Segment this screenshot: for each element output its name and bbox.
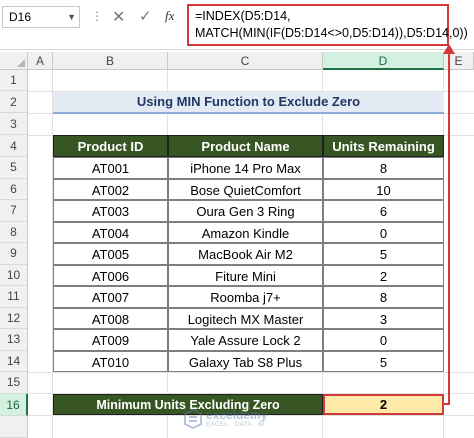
cell-product-name[interactable]: Amazon Kindle — [168, 221, 323, 243]
formula-line-1: =INDEX(D5:D14, — [195, 9, 291, 23]
header-units-remaining: Units Remaining — [323, 135, 444, 157]
row-header-6[interactable]: 6 — [0, 178, 28, 200]
cell-product-id[interactable]: AT002 — [53, 178, 168, 200]
row-header-2[interactable]: 2 — [0, 91, 28, 113]
cell-product-name[interactable]: Bose QuietComfort — [168, 178, 323, 200]
exceldemy-logo-icon — [184, 409, 202, 429]
cancel-icon[interactable]: ✕ — [112, 7, 125, 27]
header-product-name: Product Name — [168, 135, 323, 157]
column-header-e[interactable]: E — [444, 52, 474, 70]
cell-product-name[interactable]: Roomba j7+ — [168, 286, 323, 308]
row-header-9[interactable]: 9 — [0, 243, 28, 265]
result-cell-d16[interactable]: 2 — [323, 394, 444, 415]
column-header-d[interactable]: D — [323, 52, 444, 70]
cell-product-id[interactable]: AT003 — [53, 200, 168, 222]
cell-units[interactable]: 5 — [323, 243, 444, 265]
name-box-value: D16 — [9, 10, 32, 24]
row-header-10[interactable]: 10 — [0, 264, 28, 286]
formula-bar: D16 ▼ ⋮ ✕ ✓ fx =INDEX(D5:D14, MATCH(MIN(I… — [0, 0, 474, 50]
cell-product-name[interactable]: Logitech MX Master — [168, 307, 323, 329]
chevron-down-icon[interactable]: ▼ — [67, 7, 76, 27]
row-header-15[interactable]: 15 — [0, 372, 28, 394]
cell-product-id[interactable]: AT008 — [53, 307, 168, 329]
watermark-name: exceldemy — [206, 408, 268, 422]
cell-units[interactable]: 2 — [323, 264, 444, 286]
cell-product-id[interactable]: AT009 — [53, 329, 168, 351]
watermark-tagline: EXCEL · DATA · BI — [206, 422, 266, 428]
row-header-16[interactable]: 16 — [0, 393, 28, 416]
row-header-14[interactable]: 14 — [0, 350, 28, 372]
cell-units[interactable]: 10 — [323, 178, 444, 200]
insert-function-icon[interactable]: fx — [165, 8, 174, 24]
row-header-5[interactable]: 5 — [0, 157, 28, 179]
row-header-17[interactable] — [0, 415, 28, 438]
more-options-icon[interactable]: ⋮ — [91, 9, 103, 23]
cell-product-name[interactable]: Oura Gen 3 Ring — [168, 200, 323, 222]
row-header-12[interactable]: 12 — [0, 307, 28, 329]
formula-input[interactable]: =INDEX(D5:D14, MATCH(MIN(IF(D5:D14<>0,D5:… — [187, 4, 468, 46]
cell-product-name[interactable]: iPhone 14 Pro Max — [168, 157, 323, 179]
column-header-c[interactable]: C — [168, 52, 323, 70]
row-header-13[interactable]: 13 — [0, 329, 28, 351]
cell-units[interactable]: 0 — [323, 329, 444, 351]
name-box[interactable]: D16 ▼ — [2, 6, 80, 28]
cell-product-name[interactable]: Fiture Mini — [168, 264, 323, 286]
cell-product-id[interactable]: AT007 — [53, 286, 168, 308]
select-all-corner[interactable] — [0, 52, 28, 70]
column-header-b[interactable]: B — [53, 52, 168, 70]
row-header-3[interactable]: 3 — [0, 113, 28, 135]
row-header-7[interactable]: 7 — [0, 200, 28, 222]
cell-units[interactable]: 8 — [323, 286, 444, 308]
enter-icon[interactable]: ✓ — [139, 7, 152, 25]
formula-line-2: MATCH(MIN(IF(D5:D14<>0,D5:D14)),D5:D14,0… — [195, 26, 468, 40]
exceldemy-watermark: exceldemy EXCEL · DATA · BI — [184, 405, 314, 435]
row-header-11[interactable]: 11 — [0, 286, 28, 308]
header-product-id: Product ID — [53, 135, 168, 157]
cell-product-id[interactable]: AT004 — [53, 221, 168, 243]
cell-product-id[interactable]: AT005 — [53, 243, 168, 265]
cell-units[interactable]: 5 — [323, 350, 444, 372]
cell-product-id[interactable]: AT006 — [53, 264, 168, 286]
sheet-title: Using MIN Function to Exclude Zero — [53, 92, 444, 114]
cell-units[interactable]: 8 — [323, 157, 444, 179]
cell-product-id[interactable]: AT001 — [53, 157, 168, 179]
cell-product-id[interactable]: AT010 — [53, 350, 168, 372]
cell-units[interactable]: 0 — [323, 221, 444, 243]
row-header-1[interactable]: 1 — [0, 70, 28, 91]
cell-units[interactable]: 3 — [323, 307, 444, 329]
row-header-8[interactable]: 8 — [0, 221, 28, 243]
row-header-4[interactable]: 4 — [0, 135, 28, 157]
cell-product-name[interactable]: Galaxy Tab S8 Plus — [168, 350, 323, 372]
cell-units[interactable]: 6 — [323, 200, 444, 222]
cell-product-name[interactable]: MacBook Air M2 — [168, 243, 323, 265]
column-header-a[interactable]: A — [28, 52, 53, 70]
cell-product-name[interactable]: Yale Assure Lock 2 — [168, 329, 323, 351]
